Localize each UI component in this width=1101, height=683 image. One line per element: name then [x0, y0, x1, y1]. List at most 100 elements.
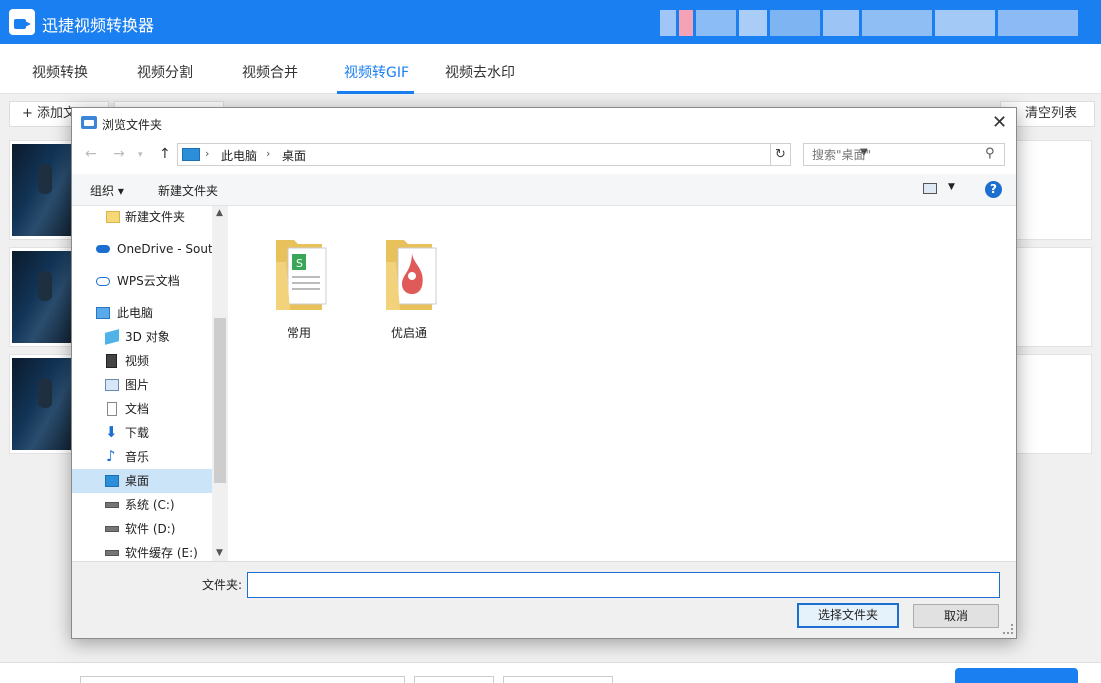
- search-input[interactable]: [804, 144, 979, 165]
- chevron-down-icon[interactable]: ▼: [948, 182, 955, 192]
- nav-label: 下载: [125, 426, 150, 440]
- video-icon: [106, 354, 117, 368]
- select-folder-button[interactable]: 选择文件夹: [797, 603, 899, 628]
- nav-label: 系统 (C:): [125, 498, 175, 512]
- recent-locations-icon[interactable]: ▾: [138, 150, 143, 160]
- nav-label: 新建文件夹: [125, 210, 186, 224]
- new-folder-button[interactable]: 新建文件夹: [158, 182, 218, 199]
- folder-name-input[interactable]: [248, 573, 999, 597]
- music-icon: ♪: [106, 447, 116, 465]
- nav-item-wps-cloud[interactable]: WPS云文档: [72, 269, 214, 293]
- tab-video-convert[interactable]: 视频转换: [32, 62, 88, 82]
- computer-icon: [96, 307, 110, 319]
- search-box[interactable]: ⚲: [803, 143, 1005, 166]
- folder-field[interactable]: [247, 572, 1000, 598]
- folder-app-icon: [386, 240, 437, 310]
- folder-label: 常用: [286, 326, 311, 340]
- folder-label: 优启通: [390, 326, 427, 340]
- up-arrow-icon[interactable]: ↑: [159, 146, 171, 162]
- nav-item-this-pc[interactable]: 此电脑: [72, 301, 214, 325]
- svg-text:S: S: [296, 257, 303, 270]
- video-thumbnail: [12, 144, 78, 236]
- nav-label: 此电脑: [117, 306, 154, 320]
- folder-content-pane: S 常用 优启通: [228, 206, 1016, 561]
- chevron-right-icon[interactable]: ›: [266, 147, 270, 160]
- nav-label: WPS云文档: [117, 274, 180, 288]
- nav-item-drive-c[interactable]: 系统 (C:): [72, 493, 214, 517]
- clear-list-label: 清空列表: [1025, 106, 1078, 121]
- address-bar[interactable]: › 此电脑 › 桌面 ▼: [177, 143, 868, 166]
- folder-item-common[interactable]: S 常用: [254, 220, 344, 340]
- nav-item-drive-e[interactable]: 软件缓存 (E:): [72, 541, 214, 561]
- help-icon[interactable]: ?: [985, 181, 1002, 198]
- search-icon[interactable]: ⚲: [985, 146, 995, 161]
- navigation-pane: 新建文件夹 OneDrive - Sout WPS云文档 此电脑 3D 对象 视…: [72, 206, 228, 561]
- nav-item-drive-d[interactable]: 软件 (D:): [72, 517, 214, 541]
- start-convert-button[interactable]: [955, 668, 1078, 683]
- nav-label: 软件 (D:): [125, 522, 176, 536]
- folder-icon: [106, 211, 120, 223]
- nav-item-music[interactable]: ♪ 音乐: [72, 445, 214, 469]
- video-thumbnail: [12, 358, 78, 450]
- output-path-input[interactable]: [80, 676, 405, 683]
- tab-video-to-gif[interactable]: 视频转GIF: [344, 62, 409, 82]
- nav-label: OneDrive - Sout: [117, 242, 213, 256]
- cloud-icon: [96, 277, 110, 286]
- nav-item-pictures[interactable]: 图片: [72, 373, 214, 397]
- document-icon: [107, 402, 117, 416]
- blurred-title-area: [660, 10, 1100, 36]
- nav-item-new-folder[interactable]: 新建文件夹: [72, 206, 214, 229]
- tab-video-merge[interactable]: 视频合并: [242, 62, 298, 82]
- computer-icon: [182, 148, 200, 161]
- download-icon: ⬇: [105, 423, 118, 441]
- nav-label: 文档: [125, 402, 150, 416]
- scrollbar-thumb[interactable]: [214, 318, 226, 483]
- forward-arrow-icon[interactable]: →: [113, 146, 125, 162]
- video-thumbnail: [12, 251, 78, 343]
- close-icon[interactable]: ✕: [992, 112, 1007, 133]
- breadcrumb-desktop[interactable]: 桌面: [282, 147, 306, 164]
- back-arrow-icon[interactable]: ←: [85, 146, 97, 162]
- nav-label: 图片: [125, 378, 150, 392]
- folder-item-youqitong[interactable]: 优启通: [364, 220, 454, 340]
- nav-item-onedrive[interactable]: OneDrive - Sout: [72, 237, 214, 261]
- cube-icon: [105, 329, 119, 345]
- active-tab-indicator: [337, 91, 414, 94]
- nav-label: 软件缓存 (E:): [125, 546, 198, 560]
- desktop-icon: [105, 475, 119, 487]
- drive-icon: [105, 502, 119, 508]
- app-title-bar: 迅捷视频转换器: [0, 0, 1101, 44]
- nav-item-3d-objects[interactable]: 3D 对象: [72, 325, 214, 349]
- view-options-icon[interactable]: [923, 183, 937, 194]
- tab-video-remove-watermark[interactable]: 视频去水印: [445, 62, 515, 82]
- nav-label: 桌面: [125, 474, 150, 488]
- drive-icon: [105, 550, 119, 556]
- folder-spreadsheet-icon: S: [276, 240, 327, 310]
- tab-video-split[interactable]: 视频分割: [137, 62, 193, 82]
- refresh-icon[interactable]: ↻: [770, 143, 791, 166]
- nav-item-downloads[interactable]: ⬇ 下载: [72, 421, 214, 445]
- nav-item-videos[interactable]: 视频: [72, 349, 214, 373]
- dialog-folder-icon: [81, 116, 97, 129]
- nav-scrollbar[interactable]: ▲ ▼: [212, 206, 228, 561]
- change-dir-button[interactable]: [414, 676, 494, 683]
- organize-menu[interactable]: 组织 ▾: [90, 182, 124, 199]
- nav-label: 3D 对象: [125, 330, 170, 344]
- cancel-button[interactable]: 取消: [913, 604, 999, 628]
- nav-label: 音乐: [125, 450, 150, 464]
- dialog-footer: 文件夹: 选择文件夹 取消: [72, 561, 1016, 638]
- breadcrumb-this-pc[interactable]: 此电脑: [221, 147, 257, 164]
- nav-item-documents[interactable]: 文档: [72, 397, 214, 421]
- chevron-right-icon[interactable]: ›: [205, 147, 209, 160]
- onedrive-icon: [96, 245, 110, 253]
- command-bar: 组织 ▾ 新建文件夹 ▼ ?: [72, 174, 1016, 206]
- nav-item-desktop[interactable]: 桌面: [72, 469, 214, 493]
- resize-grip-icon[interactable]: [1003, 624, 1013, 634]
- app-logo-icon: [9, 9, 35, 35]
- drive-icon: [105, 526, 119, 532]
- open-folder-button[interactable]: [503, 676, 613, 683]
- tab-bar: 视频转换 视频分割 视频合并 视频转GIF 视频去水印: [0, 44, 1101, 94]
- chevron-up-icon[interactable]: ▲: [216, 208, 223, 218]
- folder-field-label: 文件夹:: [202, 578, 243, 592]
- chevron-down-icon[interactable]: ▼: [216, 548, 223, 558]
